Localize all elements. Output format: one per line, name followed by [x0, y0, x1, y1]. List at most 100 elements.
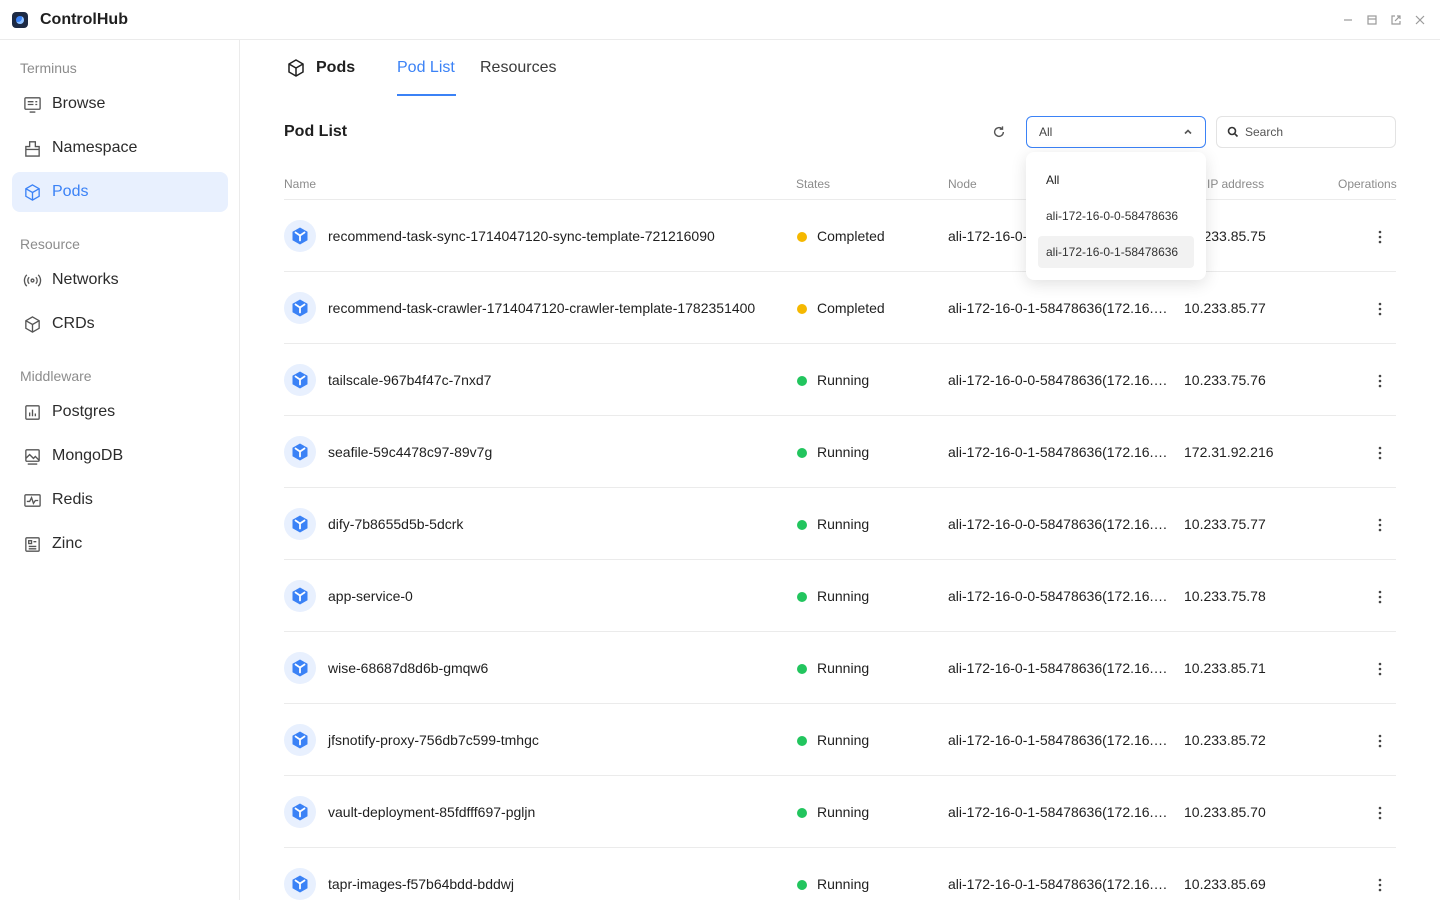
- pod-name[interactable]: vault-deployment-85fdfff697-pgljn: [328, 804, 535, 820]
- dropdown-option-node-1[interactable]: ali-172-16-0-1-58478636: [1038, 236, 1194, 268]
- close-icon[interactable]: [1412, 12, 1428, 28]
- table-row[interactable]: app-service-0 Running ali-172-16-0-0-58478…: [284, 560, 1396, 632]
- pod-name[interactable]: jfsnotify-proxy-756db7c599-tmhgc: [328, 732, 539, 748]
- sidebar-item-label: CRDs: [52, 315, 95, 332]
- sidebar-item-label: Namespace: [52, 139, 138, 156]
- pod-icon: [284, 436, 316, 468]
- node-filter-value: All: [1039, 125, 1053, 139]
- sidebar-item-zinc[interactable]: Zinc: [12, 524, 228, 564]
- sidebar-item-namespace[interactable]: Namespace: [12, 128, 228, 168]
- status-dot: [797, 664, 807, 674]
- pod-name[interactable]: app-service-0: [328, 588, 413, 604]
- status-badge: Running: [817, 444, 870, 460]
- pod-node: ali-172-16-0-1-58478636(172.16.4.1): [948, 660, 1174, 676]
- pod-icon: [284, 652, 316, 684]
- title-bar: ControlHub: [0, 0, 1440, 40]
- refresh-button[interactable]: [990, 123, 1008, 141]
- pod-icon: [284, 220, 316, 252]
- table-row[interactable]: recommend-task-sync-1714047120-sync-temp…: [284, 200, 1396, 272]
- pod-name[interactable]: dify-7b8655d5b-5dcrk: [328, 516, 463, 532]
- more-options-icon[interactable]: [1370, 228, 1390, 246]
- pod-name[interactable]: wise-68687d8d6b-gmqw6: [328, 660, 488, 676]
- table-row[interactable]: tapr-images-f57b64bdd-bddwj Running ali-17…: [284, 848, 1396, 900]
- sidebar-item-crds[interactable]: CRDs: [12, 304, 228, 344]
- pod-name[interactable]: recommend-task-crawler-1714047120-crawle…: [328, 300, 755, 316]
- sidebar-item-mongodb[interactable]: MongoDB: [12, 436, 228, 476]
- dropdown-option-all[interactable]: All: [1038, 164, 1194, 196]
- sidebar-item-redis[interactable]: Redis: [12, 480, 228, 520]
- pod-ip: 10.233.85.70: [1184, 804, 1266, 820]
- pod-node: ali-172-16-0-0-58478636(172.16.4.0): [948, 588, 1174, 604]
- status-dot: [797, 736, 807, 746]
- sidebar-item-browse[interactable]: Browse: [12, 84, 228, 124]
- search-icon: [1227, 126, 1239, 138]
- more-options-icon[interactable]: [1370, 588, 1390, 606]
- refresh-icon: [993, 126, 1005, 138]
- more-options-icon[interactable]: [1370, 876, 1390, 894]
- pod-node: ali-172-16-0-1-58478636(172.16.4.1): [948, 732, 1174, 748]
- pod-name[interactable]: seafile-59c4478c97-89v7g: [328, 444, 492, 460]
- status-badge: Running: [817, 372, 870, 388]
- tab-pod-list[interactable]: Pod List: [397, 59, 455, 77]
- pod-ip: 10.233.85.71: [1184, 660, 1266, 676]
- pod-node: ali-172-16-0-1-58478636(172.16.4.1): [948, 876, 1174, 892]
- more-options-icon[interactable]: [1370, 300, 1390, 318]
- table-row[interactable]: wise-68687d8d6b-gmqw6 Running ali-172-16-0…: [284, 632, 1396, 704]
- status-badge: Completed: [817, 228, 885, 244]
- status-dot: [797, 232, 807, 242]
- more-options-icon[interactable]: [1370, 444, 1390, 462]
- dropdown-option-node-0[interactable]: ali-172-16-0-0-58478636: [1038, 200, 1194, 232]
- node-filter-dropdown: All ali-172-16-0-0-58478636 ali-172-16-0…: [1026, 152, 1206, 280]
- pod-name[interactable]: tapr-images-f57b64bdd-bddwj: [328, 876, 514, 892]
- column-header-states: States: [796, 177, 831, 191]
- table-row[interactable]: tailscale-967b4f47c-7nxd7 Running ali-172-…: [284, 344, 1396, 416]
- tab-resources[interactable]: Resources: [480, 59, 556, 77]
- sidebar-section-middleware: Middleware: [20, 368, 92, 384]
- more-options-icon[interactable]: [1370, 804, 1390, 822]
- sidebar-section-resource: Resource: [20, 236, 80, 252]
- chevron-up-icon: [1184, 129, 1192, 135]
- browse-icon: [22, 94, 42, 114]
- status-badge: Running: [817, 660, 870, 676]
- status-badge: Running: [817, 732, 870, 748]
- pod-name[interactable]: tailscale-967b4f47c-7nxd7: [328, 372, 491, 388]
- sidebar: Terminus Browse Namespace Pods Resource …: [0, 40, 240, 900]
- search-field[interactable]: [1216, 116, 1396, 148]
- table-row[interactable]: dify-7b8655d5b-5dcrk Running ali-172-16-0-…: [284, 488, 1396, 560]
- column-header-ip: IP address: [1207, 177, 1265, 191]
- maximize-icon[interactable]: [1364, 12, 1380, 28]
- status-badge: Completed: [817, 300, 885, 316]
- sidebar-item-postgres[interactable]: Postgres: [12, 392, 228, 432]
- pod-icon: [284, 364, 316, 396]
- pod-icon: [284, 508, 316, 540]
- pulse-icon: [22, 490, 42, 510]
- status-dot: [797, 808, 807, 818]
- cube-icon: [22, 182, 42, 202]
- sidebar-item-pods[interactable]: Pods: [12, 172, 228, 212]
- sidebar-item-label: Browse: [52, 95, 106, 112]
- column-header-operations: Operations: [1338, 177, 1397, 191]
- cube-icon: [22, 314, 42, 334]
- status-dot: [797, 520, 807, 530]
- pod-node: ali-172-16-0-1-58478636(172.16.4.1): [948, 804, 1174, 820]
- pod-name[interactable]: recommend-task-sync-1714047120-sync-temp…: [328, 228, 715, 244]
- table-row[interactable]: vault-deployment-85fdfff697-pgljn Running…: [284, 776, 1396, 848]
- sidebar-item-label: Redis: [52, 491, 93, 508]
- more-options-icon[interactable]: [1370, 660, 1390, 678]
- pod-ip: 10.233.85.72: [1184, 732, 1266, 748]
- more-options-icon[interactable]: [1370, 732, 1390, 750]
- search-input[interactable]: [1245, 125, 1385, 139]
- table-row[interactable]: recommend-task-crawler-1714047120-crawle…: [284, 272, 1396, 344]
- pod-ip: 10.233.75.77: [1184, 516, 1266, 532]
- table-row[interactable]: jfsnotify-proxy-756db7c599-tmhgc Running a…: [284, 704, 1396, 776]
- minimize-icon[interactable]: [1340, 12, 1356, 28]
- sidebar-item-networks[interactable]: Networks: [12, 260, 228, 300]
- more-options-icon[interactable]: [1370, 372, 1390, 390]
- more-options-icon[interactable]: [1370, 516, 1390, 534]
- pod-ip: 10.233.75.78: [1184, 588, 1266, 604]
- table-row[interactable]: seafile-59c4478c97-89v7g Running ali-172-1…: [284, 416, 1396, 488]
- node-filter-select[interactable]: All: [1026, 116, 1206, 148]
- pod-icon: [284, 724, 316, 756]
- popout-icon[interactable]: [1388, 12, 1404, 28]
- namespace-icon: [22, 138, 42, 158]
